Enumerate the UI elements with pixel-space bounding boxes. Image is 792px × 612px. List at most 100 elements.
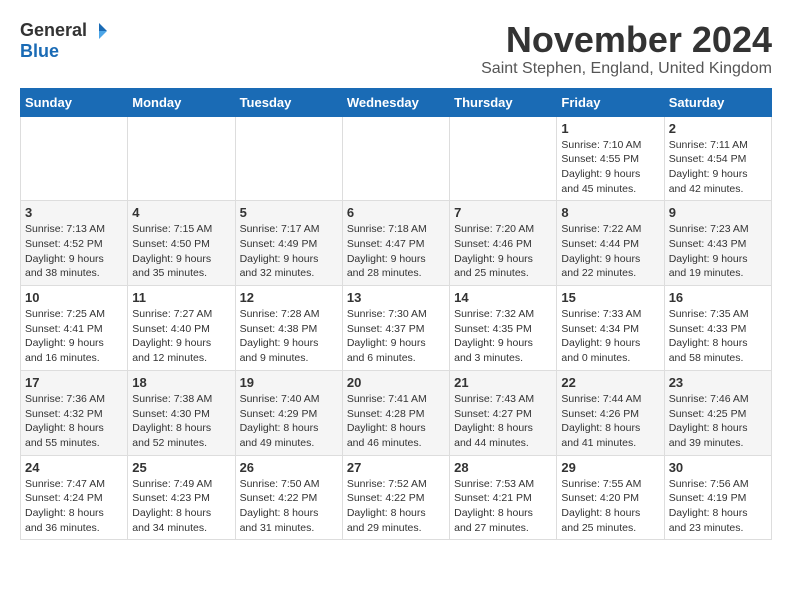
calendar-cell: 29Sunrise: 7:55 AM Sunset: 4:20 PM Dayli… — [557, 455, 664, 540]
day-number: 15 — [561, 290, 659, 305]
day-number: 1 — [561, 121, 659, 136]
logo-general-text: General — [20, 20, 87, 41]
calendar-cell — [128, 116, 235, 201]
day-number: 28 — [454, 460, 552, 475]
day-info: Sunrise: 7:25 AM Sunset: 4:41 PM Dayligh… — [25, 307, 123, 366]
day-number: 23 — [669, 375, 767, 390]
calendar-cell: 21 Sunrise: 7:43 AM Sunset: 4:27 PM Dayli… — [450, 370, 557, 455]
calendar-cell: 13 Sunrise: 7:30 AM Sunset: 4:37 PM Dayli… — [342, 286, 449, 371]
day-number: 13 — [347, 290, 445, 305]
logo: General Blue — [20, 20, 109, 62]
calendar-cell: 10 Sunrise: 7:25 AM Sunset: 4:41 PM Dayli… — [21, 286, 128, 371]
day-number: 14 — [454, 290, 552, 305]
calendar-cell — [342, 116, 449, 201]
day-number: 5 — [240, 205, 338, 220]
day-number: 24 — [25, 460, 123, 475]
day-number: 26 — [240, 460, 338, 475]
day-info: Sunrise: 7:23 AM Sunset: 4:43 PM Dayligh… — [669, 222, 767, 281]
day-number: 22 — [561, 375, 659, 390]
day-info: Sunrise: 7:18 AM Sunset: 4:47 PM Dayligh… — [347, 222, 445, 281]
calendar-cell: 30Sunrise: 7:56 AM Sunset: 4:19 PM Dayli… — [664, 455, 771, 540]
day-number: 21 — [454, 375, 552, 390]
calendar-cell: 6 Sunrise: 7:18 AM Sunset: 4:47 PM Daylig… — [342, 201, 449, 286]
calendar-cell: 7Sunrise: 7:20 AM Sunset: 4:46 PM Daylig… — [450, 201, 557, 286]
month-title: November 2024 — [481, 20, 772, 60]
day-info: Sunrise: 7:38 AM Sunset: 4:30 PM Dayligh… — [132, 392, 230, 451]
calendar-cell: 2 Sunrise: 7:11 AM Sunset: 4:54 PM Daylig… — [664, 116, 771, 201]
day-info: Sunrise: 7:41 AM Sunset: 4:28 PM Dayligh… — [347, 392, 445, 451]
day-number: 6 — [347, 205, 445, 220]
day-info: Sunrise: 7:27 AM Sunset: 4:40 PM Dayligh… — [132, 307, 230, 366]
calendar-cell — [450, 116, 557, 201]
calendar-cell: 28 Sunrise: 7:53 AM Sunset: 4:21 PM Dayli… — [450, 455, 557, 540]
day-number: 30 — [669, 460, 767, 475]
header: General Blue November 2024 Saint Stephen… — [20, 20, 772, 78]
calendar-cell: 25Sunrise: 7:49 AM Sunset: 4:23 PM Dayli… — [128, 455, 235, 540]
day-info: Sunrise: 7:50 AM Sunset: 4:22 PM Dayligh… — [240, 477, 338, 536]
day-number: 10 — [25, 290, 123, 305]
weekday-header: Thursday — [450, 88, 557, 116]
calendar-week-row: 3Sunrise: 7:13 AM Sunset: 4:52 PM Daylig… — [21, 201, 772, 286]
day-info: Sunrise: 7:47 AM Sunset: 4:24 PM Dayligh… — [25, 477, 123, 536]
location-subtitle: Saint Stephen, England, United Kingdom — [481, 60, 772, 78]
day-info: Sunrise: 7:32 AM Sunset: 4:35 PM Dayligh… — [454, 307, 552, 366]
day-number: 8 — [561, 205, 659, 220]
weekday-header: Tuesday — [235, 88, 342, 116]
calendar-header-row: SundayMondayTuesdayWednesdayThursdayFrid… — [21, 88, 772, 116]
day-number: 25 — [132, 460, 230, 475]
calendar-cell: 11 Sunrise: 7:27 AM Sunset: 4:40 PM Dayli… — [128, 286, 235, 371]
calendar-cell: 4 Sunrise: 7:15 AM Sunset: 4:50 PM Daylig… — [128, 201, 235, 286]
weekday-header: Monday — [128, 88, 235, 116]
day-info: Sunrise: 7:52 AM Sunset: 4:22 PM Dayligh… — [347, 477, 445, 536]
day-number: 29 — [561, 460, 659, 475]
day-number: 27 — [347, 460, 445, 475]
calendar-cell: 14 Sunrise: 7:32 AM Sunset: 4:35 PM Dayli… — [450, 286, 557, 371]
calendar-cell: 20 Sunrise: 7:41 AM Sunset: 4:28 PM Dayli… — [342, 370, 449, 455]
day-info: Sunrise: 7:46 AM Sunset: 4:25 PM Dayligh… — [669, 392, 767, 451]
day-info: Sunrise: 7:33 AM Sunset: 4:34 PM Dayligh… — [561, 307, 659, 366]
day-info: Sunrise: 7:22 AM Sunset: 4:44 PM Dayligh… — [561, 222, 659, 281]
calendar-cell: 12Sunrise: 7:28 AM Sunset: 4:38 PM Dayli… — [235, 286, 342, 371]
calendar-week-row: 10 Sunrise: 7:25 AM Sunset: 4:41 PM Dayli… — [21, 286, 772, 371]
calendar-week-row: 24 Sunrise: 7:47 AM Sunset: 4:24 PM Dayli… — [21, 455, 772, 540]
day-info: Sunrise: 7:53 AM Sunset: 4:21 PM Dayligh… — [454, 477, 552, 536]
day-number: 4 — [132, 205, 230, 220]
day-number: 18 — [132, 375, 230, 390]
calendar-cell: 22 Sunrise: 7:44 AM Sunset: 4:26 PM Dayli… — [557, 370, 664, 455]
logo-flag-icon — [89, 21, 109, 41]
day-number: 17 — [25, 375, 123, 390]
calendar-cell: 19Sunrise: 7:40 AM Sunset: 4:29 PM Dayli… — [235, 370, 342, 455]
calendar-table: SundayMondayTuesdayWednesdayThursdayFrid… — [20, 88, 772, 541]
day-info: Sunrise: 7:15 AM Sunset: 4:50 PM Dayligh… — [132, 222, 230, 281]
calendar-cell: 5 Sunrise: 7:17 AM Sunset: 4:49 PM Daylig… — [235, 201, 342, 286]
day-info: Sunrise: 7:44 AM Sunset: 4:26 PM Dayligh… — [561, 392, 659, 451]
calendar-cell: 23 Sunrise: 7:46 AM Sunset: 4:25 PM Dayli… — [664, 370, 771, 455]
calendar-week-row: 17 Sunrise: 7:36 AM Sunset: 4:32 PM Dayli… — [21, 370, 772, 455]
day-info: Sunrise: 7:17 AM Sunset: 4:49 PM Dayligh… — [240, 222, 338, 281]
calendar-cell: 9Sunrise: 7:23 AM Sunset: 4:43 PM Daylig… — [664, 201, 771, 286]
day-info: Sunrise: 7:11 AM Sunset: 4:54 PM Dayligh… — [669, 138, 767, 197]
day-info: Sunrise: 7:36 AM Sunset: 4:32 PM Dayligh… — [25, 392, 123, 451]
calendar-cell: 1 Sunrise: 7:10 AM Sunset: 4:55 PM Daylig… — [557, 116, 664, 201]
day-info: Sunrise: 7:30 AM Sunset: 4:37 PM Dayligh… — [347, 307, 445, 366]
calendar-cell: 18 Sunrise: 7:38 AM Sunset: 4:30 PM Dayli… — [128, 370, 235, 455]
calendar-body: 1 Sunrise: 7:10 AM Sunset: 4:55 PM Daylig… — [21, 116, 772, 540]
calendar-cell: 8 Sunrise: 7:22 AM Sunset: 4:44 PM Daylig… — [557, 201, 664, 286]
calendar-cell: 17 Sunrise: 7:36 AM Sunset: 4:32 PM Dayli… — [21, 370, 128, 455]
title-section: November 2024 Saint Stephen, England, Un… — [481, 20, 772, 78]
calendar-cell — [235, 116, 342, 201]
day-info: Sunrise: 7:28 AM Sunset: 4:38 PM Dayligh… — [240, 307, 338, 366]
day-info: Sunrise: 7:43 AM Sunset: 4:27 PM Dayligh… — [454, 392, 552, 451]
day-number: 3 — [25, 205, 123, 220]
day-number: 2 — [669, 121, 767, 136]
calendar-cell: 24 Sunrise: 7:47 AM Sunset: 4:24 PM Dayli… — [21, 455, 128, 540]
day-info: Sunrise: 7:35 AM Sunset: 4:33 PM Dayligh… — [669, 307, 767, 366]
calendar-cell: 16Sunrise: 7:35 AM Sunset: 4:33 PM Dayli… — [664, 286, 771, 371]
day-info: Sunrise: 7:20 AM Sunset: 4:46 PM Dayligh… — [454, 222, 552, 281]
calendar-cell: 26 Sunrise: 7:50 AM Sunset: 4:22 PM Dayli… — [235, 455, 342, 540]
day-number: 11 — [132, 290, 230, 305]
day-number: 20 — [347, 375, 445, 390]
day-info: Sunrise: 7:10 AM Sunset: 4:55 PM Dayligh… — [561, 138, 659, 197]
calendar-cell: 27 Sunrise: 7:52 AM Sunset: 4:22 PM Dayli… — [342, 455, 449, 540]
calendar-cell: 15 Sunrise: 7:33 AM Sunset: 4:34 PM Dayli… — [557, 286, 664, 371]
